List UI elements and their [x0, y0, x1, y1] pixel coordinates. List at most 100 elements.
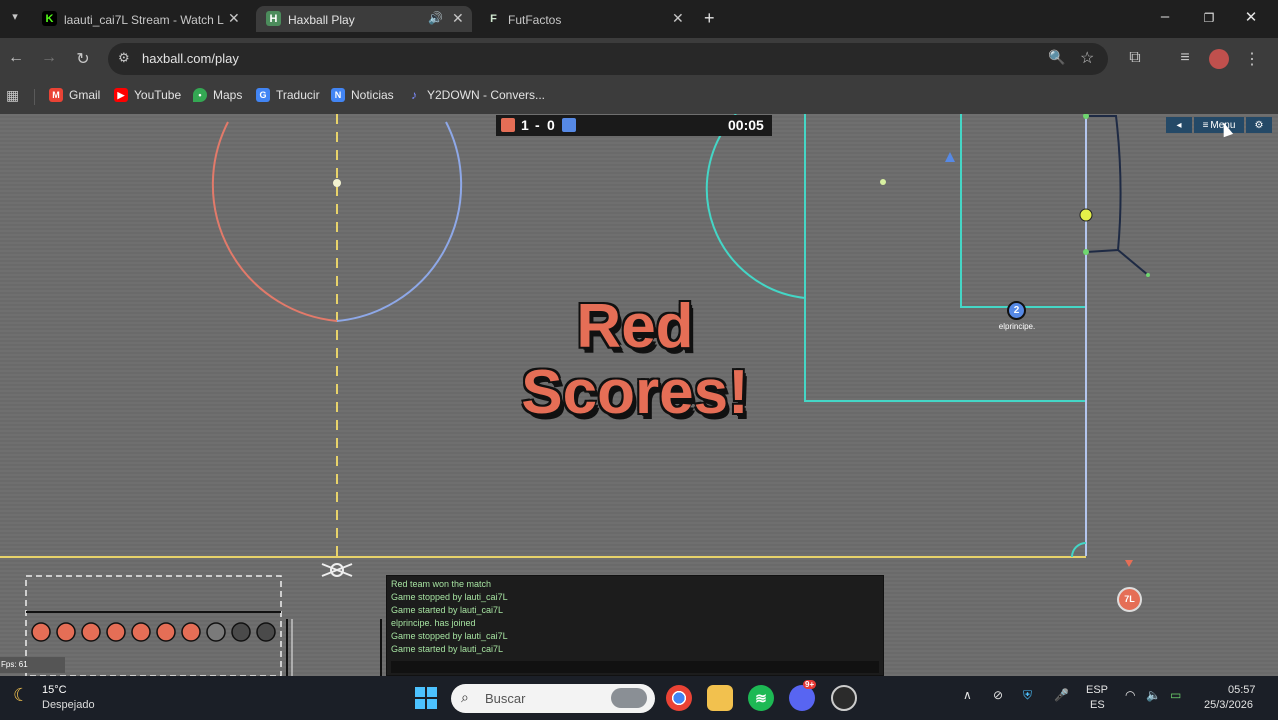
site-info-icon[interactable]: ⚙ — [118, 50, 130, 66]
discord-icon[interactable]: 9+ — [789, 680, 817, 711]
kick-favicon-icon: K — [42, 11, 57, 26]
chrome-icon[interactable] — [666, 685, 692, 711]
clock-date[interactable]: 25/3/2026 — [1204, 699, 1253, 711]
bookmark-noticias[interactable]: N Noticias — [331, 88, 394, 102]
tab-haxball-play[interactable]: H Haxball Play 🔊 ✕ — [256, 6, 472, 32]
game-timer: 00:05 — [728, 117, 764, 133]
bookmark-traducir[interactable]: G Traducir — [256, 88, 320, 102]
media-control-icon[interactable]: ≡ — [1173, 49, 1197, 67]
scoreboard: 1 - 0 00:05 — [496, 115, 772, 136]
tab-futfactos[interactable]: F FutFactos ✕ — [476, 6, 694, 32]
close-tab-icon[interactable]: ✕ — [672, 10, 684, 27]
gmail-icon: M — [49, 88, 63, 102]
obs-icon[interactable] — [831, 685, 857, 711]
new-tab-button[interactable]: + — [704, 8, 715, 29]
bookmark-maps[interactable]: • Maps — [193, 88, 242, 102]
address-bar[interactable]: ⚙ haxball.com/play 🔍 ☆ — [108, 43, 1108, 75]
file-explorer-icon[interactable] — [707, 685, 733, 711]
close-tab-icon[interactable]: ✕ — [452, 10, 464, 27]
chat-line: Game stopped by lauti_cai7L — [391, 592, 508, 602]
close-window-icon[interactable]: ✕ — [1240, 8, 1262, 26]
browser-toolbar: ← → ↻ ⚙ haxball.com/play 🔍 ☆ ⧉ ≡ ⋮ — [0, 38, 1278, 80]
reload-icon[interactable]: ↻ — [71, 49, 95, 69]
apps-grid-icon[interactable]: ▦ — [6, 87, 19, 104]
network-off-icon[interactable]: ⊘ — [993, 688, 1003, 702]
battery-icon[interactable]: ▭ — [1170, 688, 1181, 702]
divider — [34, 89, 35, 105]
chat-line: Game started by lauti_cai7L — [391, 605, 504, 615]
red-bench-discs — [31, 622, 276, 642]
tab-title: Haxball Play — [288, 13, 355, 27]
tab-search-button[interactable]: ▾ — [6, 10, 24, 28]
tray-chevron-icon[interactable]: ∧ — [963, 688, 972, 702]
volume-icon[interactable]: 🔈 — [1146, 688, 1161, 702]
chat-input[interactable] — [391, 661, 879, 673]
more-menu-icon[interactable]: ⋮ — [1240, 49, 1264, 69]
close-tab-icon[interactable]: ✕ — [228, 10, 240, 27]
banner-line-2: Scores! — [521, 358, 749, 427]
translate-icon: G — [256, 88, 270, 102]
start-button[interactable] — [415, 687, 437, 709]
blue-team-square — [562, 118, 576, 132]
player-avatar-disc: 7L — [1117, 587, 1142, 612]
tab-title: laauti_cai7L Stream - Watch Live — [64, 13, 224, 27]
score-blue: 0 — [547, 117, 555, 133]
chat-line: Game started by lauti_cai7L — [391, 644, 504, 654]
score-red: 1 — [521, 117, 529, 133]
banner-line-1: Red — [576, 292, 694, 361]
y2down-icon: ♪ — [411, 88, 417, 102]
settings-button[interactable]: ⚙ — [1246, 117, 1272, 133]
chat-panel: Red team won the match Game stopped by l… — [386, 575, 884, 676]
player-disc: 2 — [1007, 301, 1026, 320]
wifi-icon[interactable]: ◠ — [1125, 688, 1135, 702]
minimize-icon[interactable]: – — [1154, 8, 1176, 25]
lang-top[interactable]: ESP — [1086, 684, 1108, 696]
news-icon: N — [331, 88, 345, 102]
tab-kick-stream[interactable]: K laauti_cai7L Stream - Watch Live ✕ — [32, 6, 250, 32]
moon-weather-icon: ☾ — [13, 685, 30, 705]
discord-badge: 9+ — [803, 680, 817, 689]
taskbar-search[interactable]: ⌕ Buscar — [451, 684, 655, 713]
defender-icon[interactable]: ⛨ — [1023, 688, 1032, 703]
tab-title: FutFactos — [508, 13, 562, 27]
youtube-icon: ▶ — [114, 88, 128, 102]
back-icon[interactable]: ← — [4, 49, 28, 67]
chat-line: Game stopped by lauti_cai7L — [391, 631, 508, 641]
chat-line: Red team won the match — [391, 579, 492, 589]
clock-time[interactable]: 05:57 — [1228, 684, 1256, 696]
zoom-icon[interactable]: 🔍 — [1048, 49, 1065, 66]
lang-bottom[interactable]: ES — [1090, 699, 1105, 711]
restore-icon[interactable]: ❐ — [1198, 11, 1220, 25]
haxball-game-view[interactable]: 1 - 0 00:05 ◂ ≡ Menu ⚙ Red Scores! 2 elpr… — [0, 114, 1278, 676]
windows-taskbar: ☾ 15°C Despejado ⌕ Buscar ≋ 9+ ∧ ⊘ ⛨ 🎤 E… — [0, 676, 1278, 720]
extensions-icon[interactable]: ⧉ — [1123, 49, 1147, 67]
menu-icon: ≡ — [1202, 119, 1209, 131]
goal-banner: Red Scores! — [430, 294, 840, 426]
bookmarks-bar: ▦ M Gmail ▶ YouTube • Maps G Traducir N Notic… — [0, 80, 1278, 114]
chat-line: elprincipe. has joined — [391, 618, 476, 628]
search-highlight-icon — [611, 688, 647, 708]
spotify-icon[interactable]: ≋ — [748, 685, 774, 711]
maps-pin-icon: • — [193, 88, 207, 102]
haxball-favicon-icon: H — [266, 11, 281, 26]
weather-desc: Despejado — [42, 699, 95, 711]
fps-counter: Fps: 61 — [0, 657, 65, 673]
bookmark-y2down[interactable]: ♪ Y2DOWN - Convers... — [407, 88, 545, 102]
search-icon: ⌕ — [461, 689, 469, 705]
mic-icon[interactable]: 🎤 — [1054, 688, 1069, 702]
profile-avatar[interactable] — [1209, 49, 1229, 69]
weather-temp: 15°C — [42, 684, 67, 696]
search-placeholder: Buscar — [485, 691, 526, 706]
player-name-label: elprincipe. — [998, 322, 1036, 331]
url-text: haxball.com/play — [142, 51, 239, 66]
forward-icon[interactable]: → — [37, 49, 61, 67]
score-separator: - — [535, 117, 540, 133]
bookmark-star-icon[interactable]: ☆ — [1080, 48, 1094, 68]
fullscreen-button[interactable]: ◂ — [1166, 117, 1192, 133]
bookmark-gmail[interactable]: M Gmail — [49, 88, 100, 102]
tab-strip: ▾ K laauti_cai7L Stream - Watch Live ✕ H… — [0, 0, 1278, 38]
speaker-icon[interactable]: 🔊 — [428, 11, 443, 25]
red-team-square — [501, 118, 515, 132]
bookmark-youtube[interactable]: ▶ YouTube — [114, 88, 181, 102]
gear-icon: ⚙ — [1254, 119, 1264, 131]
